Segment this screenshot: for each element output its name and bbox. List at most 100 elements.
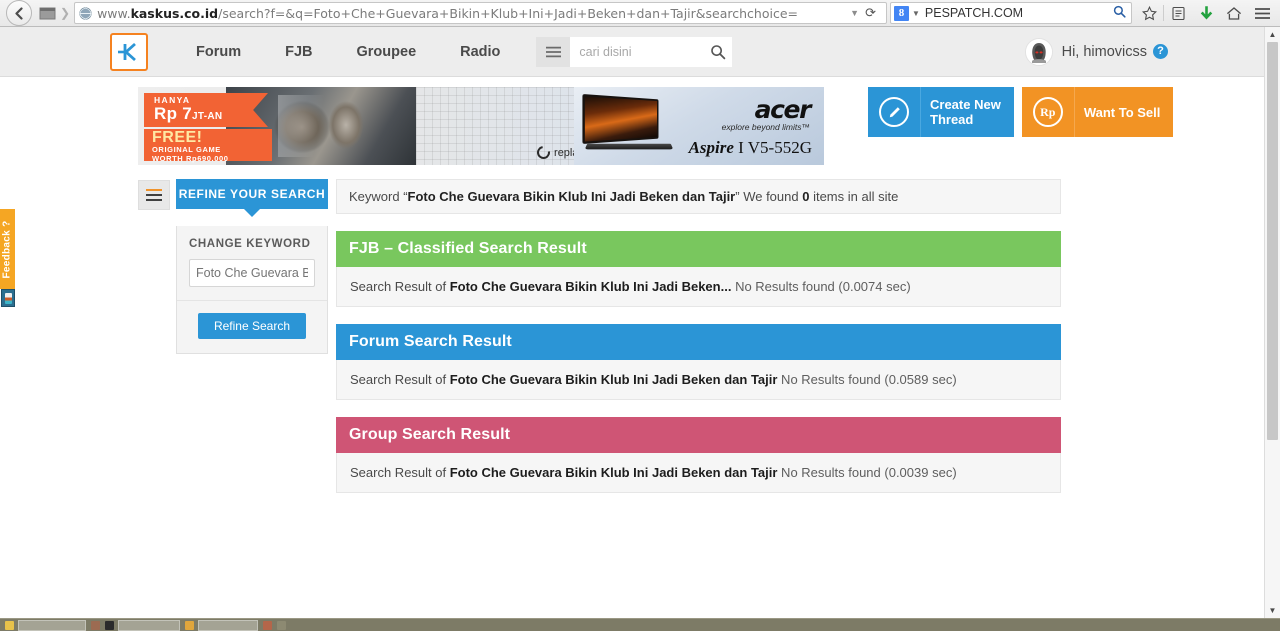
refine-search-sidebar: REFINE YOUR SEARCH CHANGE KEYWORD Refine… (176, 179, 328, 354)
create-new-thread-label: Create New Thread (920, 87, 1014, 137)
result-body-status: No Results found (0.0589 sec) (777, 372, 957, 387)
reload-icon[interactable]: ⟳ (865, 5, 882, 21)
create-new-thread-button[interactable]: Create New Thread (868, 87, 1014, 137)
main-nav: Forum FJB Groupee Radio (174, 44, 522, 60)
user-area[interactable]: Hi, himovicss ? (1024, 37, 1168, 66)
result-block-body: Search Result of Foto Che Guevara Bikin … (336, 267, 1061, 307)
result-body-prefix: Search Result of (350, 279, 450, 294)
result-body-keyword: Foto Che Guevara Bikin Klub Ini Jadi Bek… (449, 279, 732, 294)
nav-item-forum[interactable]: Forum (174, 44, 263, 60)
tab-list-icon[interactable] (35, 1, 59, 25)
result-block-title: Group Search Result (336, 417, 1061, 453)
keyword-summary-bar: Keyword “Foto Che Guevara Bikin Klub Ini… (336, 179, 1061, 214)
acer-model-name: Aspire I V5-552G (688, 138, 812, 157)
result-body-prefix: Search Result of (350, 372, 450, 387)
os-taskbar[interactable] (0, 618, 1280, 631)
search-icon[interactable] (1113, 5, 1126, 21)
taskbar-icon-2[interactable] (91, 620, 100, 630)
laptop-screen (582, 94, 659, 144)
refine-search-panel: CHANGE KEYWORD Refine Search (176, 226, 328, 354)
nav-item-groupee[interactable]: Groupee (335, 44, 439, 60)
home-icon[interactable] (1220, 0, 1248, 27)
taskbar-window-2[interactable] (118, 619, 180, 631)
user-greeting: Hi, himovicss (1061, 43, 1147, 60)
feedback-tab[interactable]: Feedback ? (0, 209, 15, 289)
kaskus-logo-icon[interactable] (110, 32, 148, 71)
search-input[interactable]: cari disini (570, 36, 705, 67)
breadcrumb-chevron-icon: ❯ (60, 6, 71, 20)
search-icon[interactable] (704, 36, 733, 67)
site-header: Forum FJB Groupee Radio cari disini Hi, … (0, 27, 1280, 77)
advertisement-banner[interactable]: HANYA Rp 7JT-AN FREE! ORIGINAL GAME WORT… (138, 87, 824, 165)
keyword-suffix: items in all site (809, 189, 899, 204)
result-block-title: FJB – Classified Search Result (336, 231, 1061, 267)
keyword-prefix: Keyword “ (349, 189, 408, 204)
globe-icon (79, 6, 92, 20)
acer-tagline: explore beyond limits™ (721, 122, 810, 132)
user-avatar-hooded-figure-icon[interactable] (1024, 37, 1053, 66)
site-search: cari disini (536, 36, 733, 67)
vertical-scrollbar[interactable]: ▲ ▼ (1264, 27, 1280, 618)
ad-free-badge: FREE! ORIGINAL GAME WORTH Rp690.000 (144, 129, 272, 163)
result-body-keyword: Foto Che Guevara Bikin Klub Ini Jadi Bek… (449, 372, 778, 387)
feedback-label: Feedback ? (2, 219, 13, 279)
panel-divider (177, 300, 327, 301)
result-block-group: Group Search Result Search Result of Fot… (336, 417, 1061, 493)
laptop-image (582, 94, 674, 155)
want-to-sell-button[interactable]: Rp Want To Sell (1021, 87, 1174, 137)
cta-line1: Create New (930, 97, 1001, 112)
url-text: www.kaskus.co.id/search?f=&q=Foto+Che+Gu… (97, 5, 799, 21)
bookmark-star-icon[interactable] (1135, 0, 1163, 27)
taskbar-icon-1[interactable] (5, 620, 14, 630)
result-body-keyword: Foto Che Guevara Bikin Klub Ini Jadi Bek… (449, 465, 778, 480)
scroll-up-arrow-icon[interactable]: ▲ (1265, 27, 1280, 42)
browser-search-input[interactable]: PESPATCH.COM (925, 6, 1113, 20)
result-block-forum: Forum Search Result Search Result of Fot… (336, 324, 1061, 400)
download-arrow-icon[interactable] (1192, 0, 1220, 27)
keyword-value: Foto Che Guevara Bikin Klub Ini Jadi Bek… (407, 189, 736, 204)
result-body-prefix: Search Result of (350, 465, 450, 480)
taskbar-icon-4[interactable] (185, 620, 194, 630)
browser-search-bar[interactable]: 8 ▼ PESPATCH.COM (890, 2, 1132, 24)
result-block-fjb: FJB – Classified Search Result Search Re… (336, 231, 1061, 307)
refine-search-button[interactable]: Refine Search (197, 313, 307, 339)
acer-ad-card[interactable]: acer explore beyond limits™ Aspire I V5-… (574, 87, 824, 165)
taskbar-icon-3[interactable] (105, 620, 114, 630)
url-bar[interactable]: www.kaskus.co.id/search?f=&q=Foto+Che+Gu… (74, 2, 887, 24)
cta-group: Create New Thread Rp Want To Sell (868, 87, 1174, 137)
refine-your-search-tab[interactable]: REFINE YOUR SEARCH (176, 179, 328, 217)
nav-item-fjb[interactable]: FJB (263, 44, 334, 60)
cta-line2: Thread (930, 112, 974, 127)
url-dropdown-icon[interactable]: ▼ (844, 8, 865, 18)
change-keyword-label: CHANGE KEYWORD (189, 238, 311, 250)
category-menu-icon[interactable] (536, 36, 571, 67)
google-search-engine-icon[interactable]: 8 (894, 5, 909, 21)
browser-toolbar: ❯ www.kaskus.co.id/search?f=&q=Foto+Che+… (0, 0, 1280, 27)
filter-menu-icon[interactable] (138, 180, 170, 210)
ad-free-title: FREE! (152, 129, 203, 146)
bottle-glyph (4, 292, 12, 304)
ads-row: HANYA Rp 7JT-AN FREE! ORIGINAL GAME WORT… (0, 77, 1280, 165)
filter-menu-line-2 (146, 194, 162, 196)
help-icon[interactable]: ? (1153, 44, 1168, 59)
scroll-down-arrow-icon[interactable]: ▼ (1265, 603, 1280, 618)
pencil-icon (879, 97, 909, 127)
taskbar-icon-5[interactable] (263, 620, 272, 630)
filter-menu-line-3 (146, 199, 162, 201)
ad-free-line2: WORTH Rp690.000 (152, 153, 229, 163)
taskbar-window-3[interactable] (198, 619, 258, 631)
hamburger-menu-icon[interactable] (1248, 0, 1276, 27)
taskbar-icon-6[interactable] (277, 620, 286, 630)
scrollbar-thumb[interactable] (1267, 42, 1278, 440)
back-arrow-icon[interactable] (6, 0, 32, 26)
filter-menu-line-1 (146, 189, 162, 191)
result-body-status: No Results found (0.0039 sec) (777, 465, 957, 480)
nav-item-radio[interactable]: Radio (438, 44, 522, 60)
reader-view-icon[interactable] (1164, 0, 1192, 27)
search-engine-caret-icon[interactable]: ▼ (912, 9, 920, 18)
keyword-mid: ” We found (735, 189, 803, 204)
search-input-placeholder: cari disini (579, 44, 632, 59)
change-keyword-input[interactable] (189, 259, 315, 287)
taskbar-window-1[interactable] (18, 619, 86, 631)
feedback-bottle-icon[interactable] (1, 289, 15, 307)
